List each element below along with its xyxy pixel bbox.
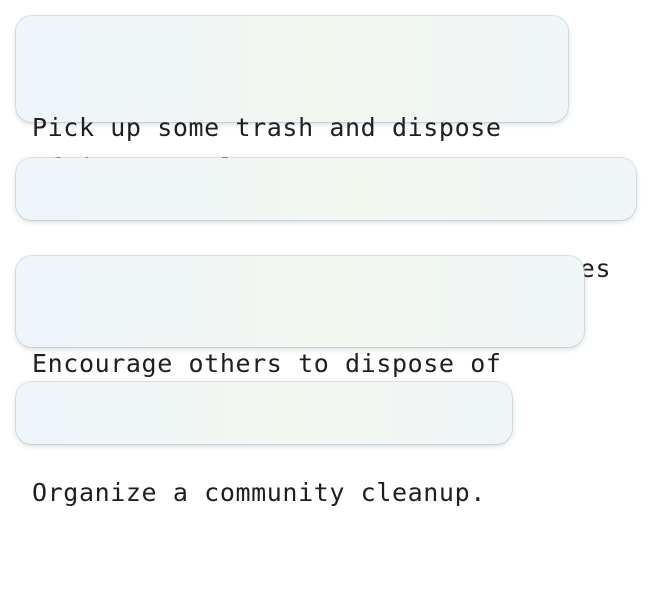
choice-option-encourage-others[interactable]: Encourage others to dispose of their was… xyxy=(16,256,584,418)
choice-option-pick-up-trash[interactable]: Pick up some trash and dispose of it pro… xyxy=(16,16,568,182)
choice-option-label: Organize a community cleanup. xyxy=(32,478,486,507)
choice-option-report-issue[interactable]: Report the issue to local authorities xyxy=(16,158,636,283)
choice-list: Pick up some trash and dispose of it pro… xyxy=(0,0,661,507)
choice-option-organize-cleanup[interactable]: Organize a community cleanup. xyxy=(16,382,512,507)
